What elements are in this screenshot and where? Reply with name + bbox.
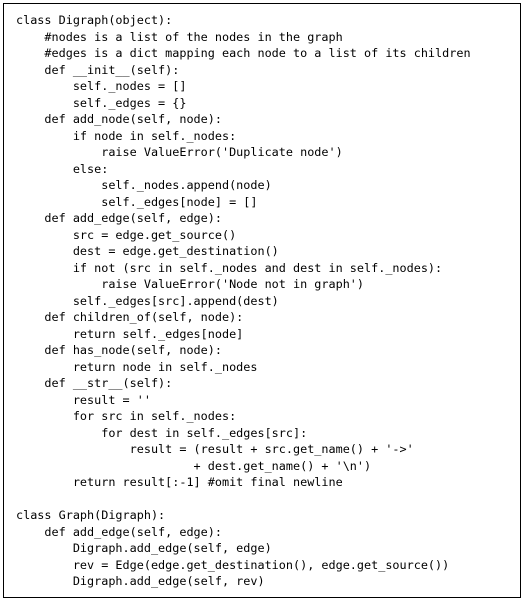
code-listing-frame: class Digraph(object): #nodes is a list … bbox=[3, 3, 521, 598]
code-line: src = edge.get_source() bbox=[16, 227, 237, 242]
code-line: result = '' bbox=[16, 392, 151, 407]
code-line: def children_of(self, node): bbox=[16, 310, 244, 324]
code-line: #nodes is a list of the nodes in the gra… bbox=[16, 29, 343, 44]
code-line: + dest.get_name() + '\n') bbox=[16, 458, 372, 473]
code-line: raise ValueError('Node not in graph') bbox=[16, 277, 365, 291]
code-line: class Digraph(object): bbox=[16, 13, 173, 27]
code-line: return node in self._nodes bbox=[16, 359, 258, 374]
code-line: dest = edge.get_destination() bbox=[16, 244, 279, 258]
code-line: def __init__(self): bbox=[16, 62, 180, 77]
code-line: def has_node(self, node): bbox=[16, 343, 222, 357]
code-line: return self._edges[node] bbox=[16, 326, 244, 341]
code-line: Digraph.add_edge(self, edge) bbox=[16, 541, 272, 555]
code-line: class Graph(Digraph): bbox=[16, 508, 166, 522]
code-line: rev = Edge(edge.get_destination(), edge.… bbox=[16, 557, 450, 572]
code-line: #edges is a dict mapping each node to a … bbox=[16, 46, 471, 60]
code-line: return result[:-1] #omit final newline bbox=[16, 475, 343, 489]
code-line: raise ValueError('Duplicate node') bbox=[16, 145, 343, 159]
code-listing: class Digraph(object): #nodes is a list … bbox=[16, 12, 471, 590]
code-line: Digraph.add_edge(self, rev) bbox=[16, 574, 265, 588]
code-line: def add_edge(self, edge): bbox=[16, 211, 222, 225]
code-line: if node in self._nodes: bbox=[16, 128, 237, 143]
code-line: self._edges = {} bbox=[16, 95, 187, 110]
code-line: def __str__(self): bbox=[16, 376, 173, 390]
code-line: else: bbox=[16, 161, 109, 176]
code-line: self._edges[src].append(dest) bbox=[16, 293, 279, 308]
code-line: for dest in self._edges[src]: bbox=[16, 425, 308, 440]
code-line: self._nodes = [] bbox=[16, 79, 187, 93]
code-line: self._nodes.append(node) bbox=[16, 178, 272, 192]
code-line: def add_edge(self, edge): bbox=[16, 524, 222, 539]
code-line: self._edges[node] = [] bbox=[16, 194, 258, 209]
code-line: if not (src in self._nodes and dest in s… bbox=[16, 260, 443, 275]
code-line: def add_node(self, node): bbox=[16, 112, 222, 126]
code-line: result = (result + src.get_name() + '->' bbox=[16, 442, 414, 456]
code-line: for src in self._nodes: bbox=[16, 409, 237, 423]
